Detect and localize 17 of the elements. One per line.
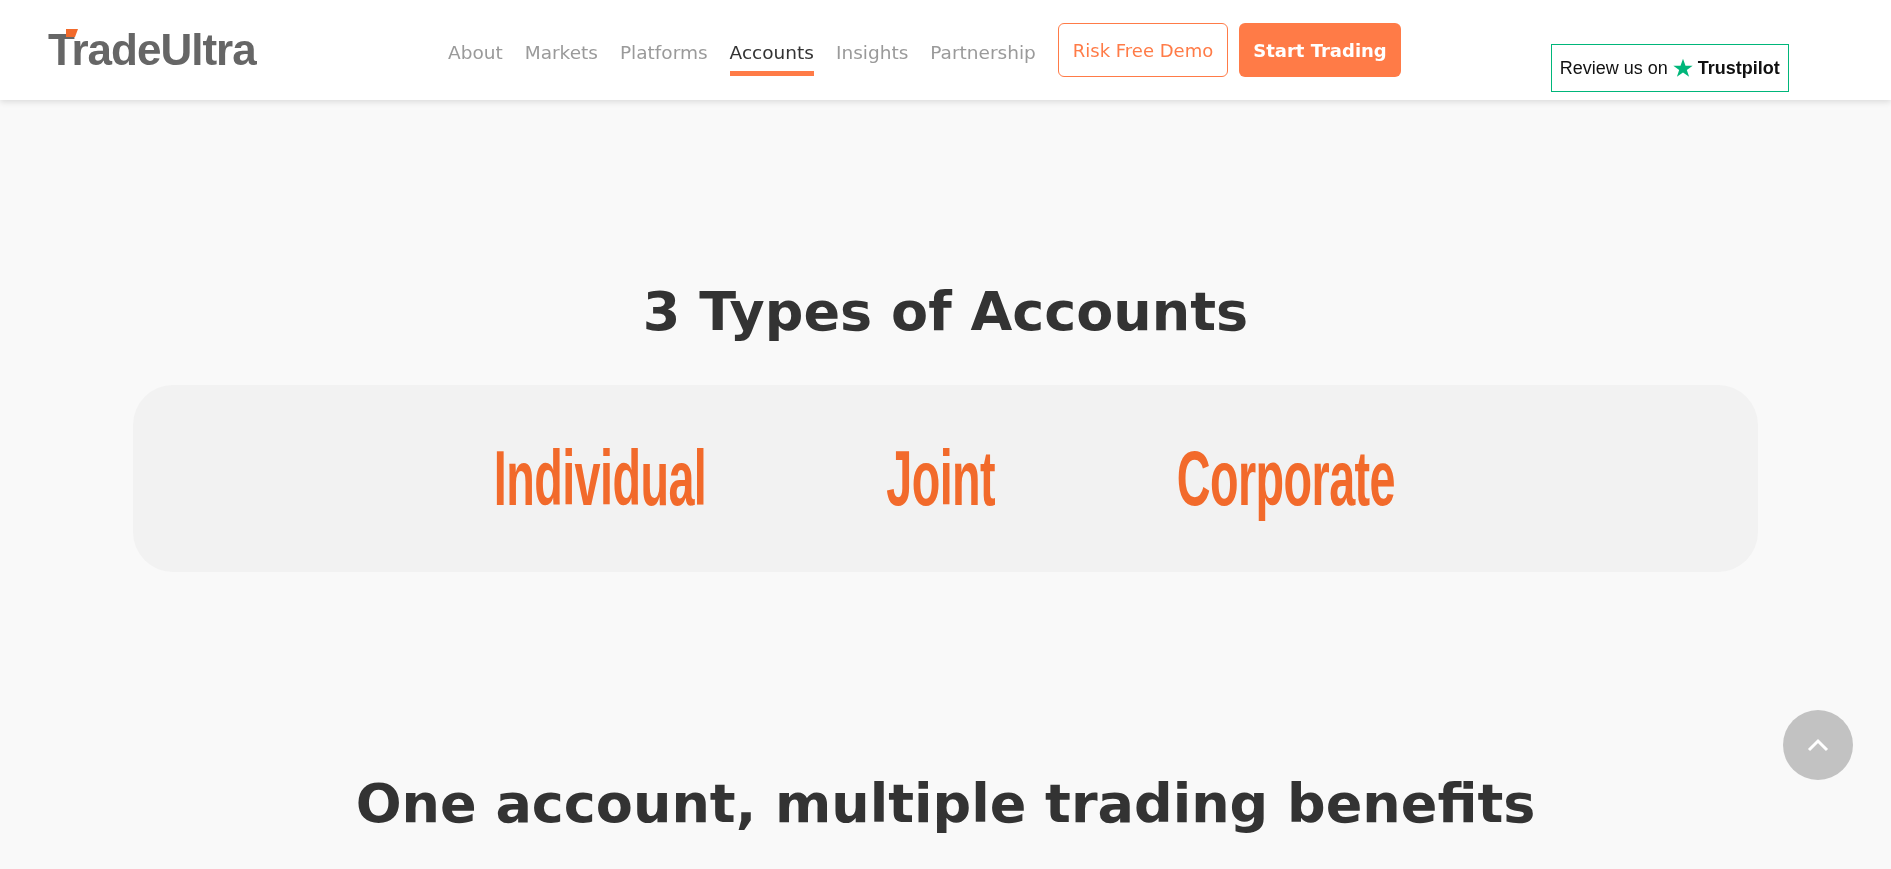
chevron-up-icon xyxy=(1807,738,1829,752)
nav-link[interactable]: Partnership xyxy=(930,29,1036,76)
account-type-label: Corporate xyxy=(1177,433,1396,524)
nav-link[interactable]: About xyxy=(448,29,503,76)
nav-link[interactable]: Platforms xyxy=(619,29,708,76)
account-type-label: Joint xyxy=(886,433,996,524)
start-trading-button[interactable]: Start Trading xyxy=(1239,23,1401,77)
section-heading: 3 Types of Accounts xyxy=(642,280,1249,343)
trustpilot-review-link[interactable]: Review us on Trustpilot xyxy=(1550,44,1789,92)
demo-button[interactable]: Risk Free Demo xyxy=(1057,23,1229,77)
nav-link[interactable]: Accounts xyxy=(729,29,814,76)
section-heading: One account, multiple trading benefits xyxy=(355,772,1536,835)
nav-link[interactable]: Markets xyxy=(524,29,598,76)
star-icon xyxy=(1672,58,1693,78)
logo[interactable]: TradeUltra xyxy=(48,25,256,74)
account-type-label: Individual xyxy=(493,433,707,524)
nav-link[interactable]: Insights xyxy=(835,29,909,76)
